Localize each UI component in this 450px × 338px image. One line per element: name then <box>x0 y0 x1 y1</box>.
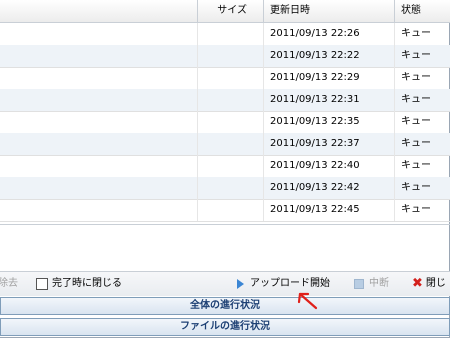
table-row[interactable]: 2011/09/13 22:37 キュー <box>0 133 450 156</box>
status-cell: キュー <box>394 45 450 67</box>
file-size-cell <box>197 111 263 133</box>
status-cell: キュー <box>394 23 450 45</box>
header-date[interactable]: 更新日時 <box>263 0 394 22</box>
modified-date-cell: 2011/09/13 22:22 <box>263 45 394 67</box>
file-progress-bar: ファイルの進行状況 <box>0 318 450 336</box>
status-cell: キュー <box>394 133 450 155</box>
modified-date-cell: 2011/09/13 22:26 <box>263 23 394 45</box>
close-on-complete-checkbox[interactable]: 完了時に閉じる <box>36 272 122 296</box>
status-cell: キュー <box>394 67 450 89</box>
file-name-cell <box>0 23 197 45</box>
modified-date-cell: 2011/09/13 22:37 <box>263 133 394 155</box>
overall-progress-bar: 全体の進行状況 <box>0 297 450 315</box>
table-row[interactable]: 2011/09/13 22:26 キュー <box>0 23 450 46</box>
file-table: サイズ 更新日時 状態 2011/09/13 22:26 キュー 2011/09/1… <box>0 0 450 225</box>
file-size-cell <box>197 155 263 177</box>
pointer-arrow-icon <box>297 292 318 310</box>
upload-dialog: サイズ 更新日時 状態 2011/09/13 22:26 キュー 2011/09/1… <box>0 0 450 338</box>
modified-date-cell: 2011/09/13 22:35 <box>263 111 394 133</box>
status-cell: キュー <box>394 177 450 199</box>
status-cell: キュー <box>394 155 450 177</box>
table-row[interactable]: 2011/09/13 22:29 キュー <box>0 67 450 90</box>
close-label: 閉じ <box>425 278 446 289</box>
status-cell: キュー <box>394 89 450 111</box>
file-size-cell <box>197 23 263 45</box>
file-size-cell <box>197 67 263 89</box>
checkbox-box[interactable] <box>36 278 48 290</box>
close-icon: ✖ <box>412 276 423 291</box>
play-icon <box>237 279 244 289</box>
table-row[interactable]: 2011/09/13 22:40 キュー <box>0 155 450 178</box>
header-status[interactable]: 状態 <box>394 0 450 22</box>
upload-toolbar: 除去 完了時に閉じる アップロード開始 中断 ✖ 閉じ <box>0 271 450 296</box>
file-name-cell <box>0 45 197 67</box>
modified-date-cell: 2011/09/13 22:45 <box>263 199 394 221</box>
file-name-cell <box>0 111 197 133</box>
table-row[interactable]: 2011/09/13 22:22 キュー <box>0 45 450 68</box>
file-size-cell <box>197 133 263 155</box>
table-row[interactable]: 2011/09/13 22:42 キュー <box>0 177 450 200</box>
file-size-cell <box>197 89 263 111</box>
file-name-cell <box>0 199 197 221</box>
status-cell: キュー <box>394 199 450 221</box>
file-size-cell <box>197 199 263 221</box>
stop-icon <box>354 279 364 289</box>
modified-date-cell: 2011/09/13 22:31 <box>263 89 394 111</box>
stop-button[interactable]: 中断 <box>354 272 389 296</box>
modified-date-cell: 2011/09/13 22:42 <box>263 177 394 199</box>
file-size-cell <box>197 177 263 199</box>
table-header: サイズ 更新日時 状態 <box>0 0 450 23</box>
close-button[interactable]: ✖ 閉じ <box>412 272 446 296</box>
status-cell: キュー <box>394 111 450 133</box>
modified-date-cell: 2011/09/13 22:29 <box>263 67 394 89</box>
remove-button[interactable]: 除去 <box>0 272 18 296</box>
table-row[interactable]: 2011/09/13 22:35 キュー <box>0 111 450 134</box>
file-name-cell <box>0 177 197 199</box>
table-row[interactable]: 2011/09/13 22:31 キュー <box>0 89 450 112</box>
modified-date-cell: 2011/09/13 22:40 <box>263 155 394 177</box>
file-name-cell <box>0 133 197 155</box>
file-name-cell <box>0 67 197 89</box>
table-row[interactable]: 2011/09/13 22:45 キュー <box>0 199 450 222</box>
header-size[interactable]: サイズ <box>197 0 263 22</box>
close-on-complete-label: 完了時に閉じる <box>52 278 122 289</box>
header-name[interactable] <box>0 0 197 22</box>
file-size-cell <box>197 45 263 67</box>
stop-label: 中断 <box>369 278 389 289</box>
file-name-cell <box>0 155 197 177</box>
file-name-cell <box>0 89 197 111</box>
